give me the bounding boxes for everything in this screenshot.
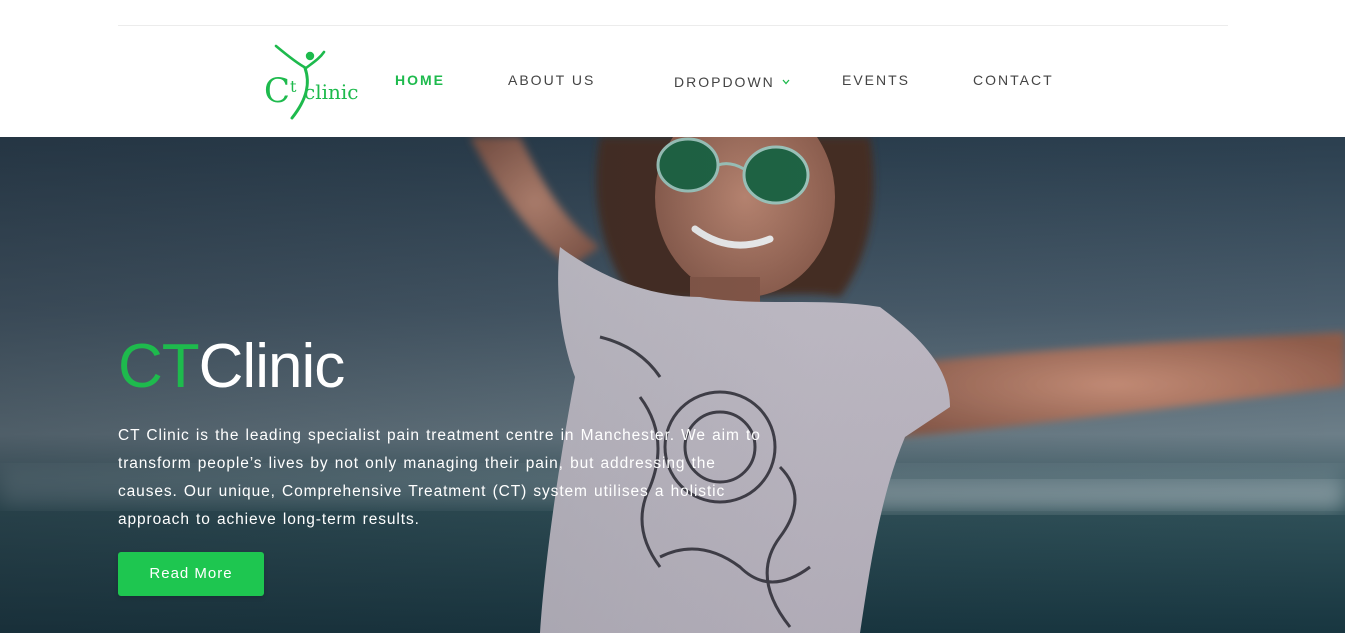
- nav-events[interactable]: EVENTS: [842, 71, 910, 91]
- hero-description: CT Clinic is the leading specialist pain…: [118, 427, 761, 528]
- chevron-down-icon: [782, 71, 790, 89]
- hero-title-clinic: Clinic: [198, 332, 346, 401]
- site-header: C t clinic HOME ABOUT US DROPDOWN EVENTS…: [0, 0, 1345, 137]
- hero-title: CTClinic: [118, 332, 346, 402]
- logo-letter-t: t: [290, 77, 297, 96]
- nav-dropdown-label: DROPDOWN: [674, 74, 775, 90]
- hero-banner: CTClinic CT Clinic is the leading specia…: [0, 137, 1345, 633]
- site-logo[interactable]: C t clinic: [262, 42, 360, 122]
- nav-dropdown[interactable]: DROPDOWN: [674, 71, 790, 91]
- nav-home[interactable]: HOME: [395, 71, 445, 91]
- nav-about-us[interactable]: ABOUT US: [508, 71, 595, 91]
- logo-figure-head: [305, 51, 315, 61]
- nav-contact[interactable]: CONTACT: [973, 71, 1054, 91]
- logo-word-clinic: clinic: [304, 80, 358, 104]
- header-top-divider: [118, 25, 1228, 26]
- logo-letter-c: C: [264, 71, 290, 111]
- read-more-button[interactable]: Read More: [118, 552, 264, 596]
- ct-clinic-logo-icon: C t clinic: [264, 44, 358, 120]
- hero-title-ct: CT: [118, 332, 200, 401]
